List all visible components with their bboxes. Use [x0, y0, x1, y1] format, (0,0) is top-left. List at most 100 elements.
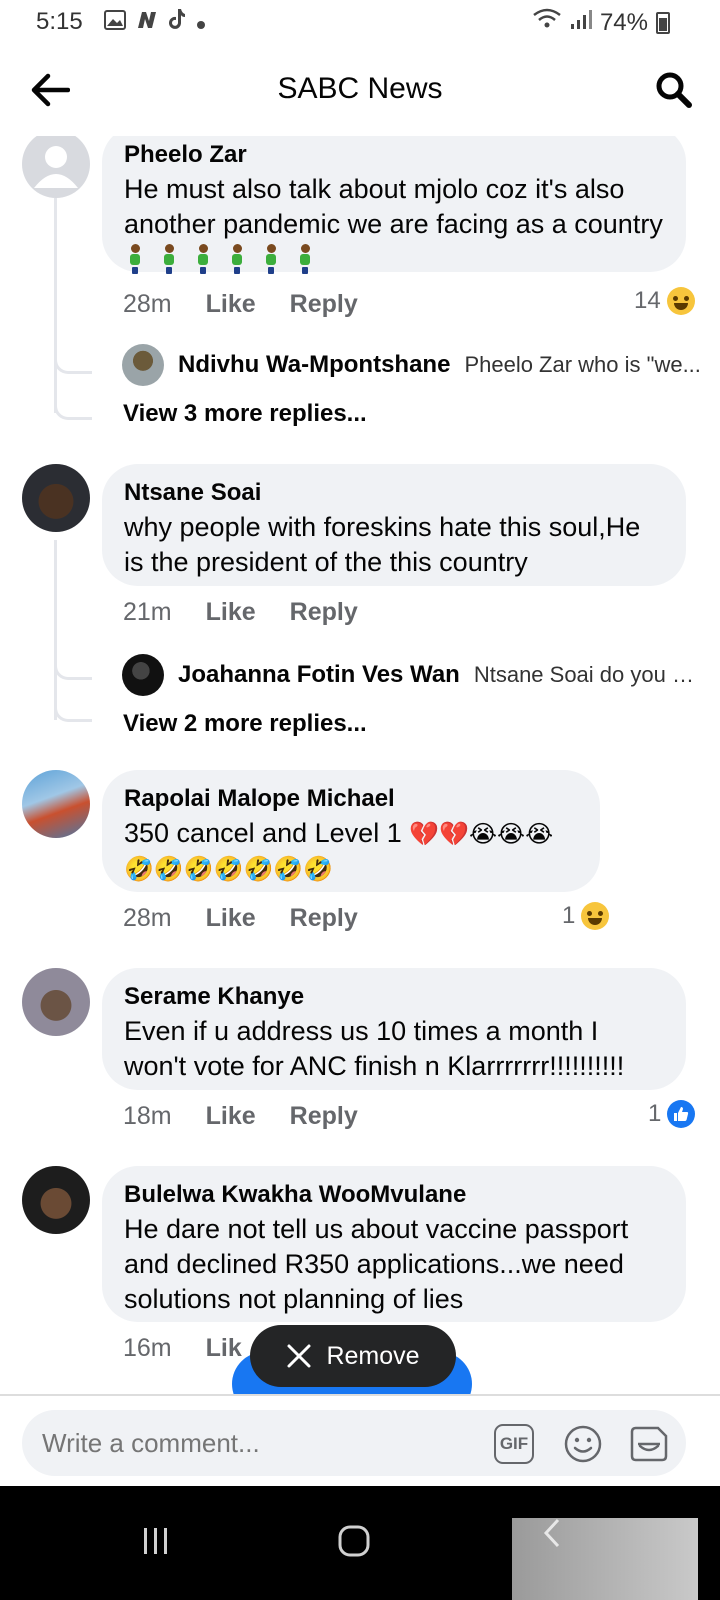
reply-author: Joahanna Fotin Ves Wan	[178, 661, 460, 688]
page-title: SABC News	[277, 72, 443, 105]
home-icon	[338, 1525, 370, 1557]
comment-actions: 16m Lik	[123, 1334, 242, 1363]
reply-preview[interactable]: Joahanna Fotin Ves Wan Ntsane Soai do yo…	[122, 654, 702, 696]
close-icon	[287, 1344, 311, 1368]
reaction-count: 14	[634, 287, 661, 314]
comment-actions: 18m Like Reply	[123, 1102, 358, 1131]
comment-bubble[interactable]: Ntsane Soai why people with foreskins ha…	[102, 464, 686, 586]
reply-button[interactable]: Reply	[290, 1102, 358, 1131]
comment-author[interactable]: Ntsane Soai	[124, 478, 666, 508]
battery-percent: 74%	[599, 8, 648, 36]
reply-button[interactable]: Reply	[290, 904, 358, 933]
comment-composer: GIF	[0, 1394, 720, 1486]
smiley-icon	[564, 1425, 602, 1463]
comment-time: 28m	[123, 290, 172, 318]
comment-time: 18m	[123, 1102, 172, 1130]
comments-feed[interactable]: Pheelo Zar He must also talk about mjolo…	[0, 136, 720, 1424]
thread-branch	[54, 344, 92, 374]
thread-branch	[54, 692, 92, 722]
n-app-icon	[136, 10, 158, 36]
avatar[interactable]	[22, 1166, 90, 1234]
comment-actions: 21m Like Reply	[123, 598, 358, 627]
comment-author[interactable]: Pheelo Zar	[124, 140, 666, 170]
emoji-button[interactable]	[562, 1423, 604, 1465]
comment-author[interactable]: Bulelwa Kwakha WooMvulane	[124, 1180, 666, 1210]
system-nav-bar	[0, 1486, 720, 1600]
like-button[interactable]: Like	[206, 290, 256, 319]
gallery-icon	[104, 9, 126, 37]
reply-snippet: Ntsane Soai do you g...	[473, 662, 702, 687]
composer-box[interactable]: GIF	[22, 1410, 686, 1476]
comment-bubble[interactable]: Rapolai Malope Michael 350 cancel and Le…	[102, 770, 600, 892]
comment-text: Even if u address us 10 times a month I …	[124, 1016, 625, 1081]
search-icon	[656, 72, 692, 108]
thread-branch	[54, 650, 92, 680]
comment-time: 16m	[123, 1334, 172, 1362]
reply-snippet: Pheelo Zar who is "we...	[464, 352, 701, 377]
thread-line	[54, 198, 57, 413]
app-header: SABC News	[0, 44, 720, 136]
tiktok-icon	[168, 8, 186, 37]
wifi-icon	[532, 8, 562, 37]
reply-author: Ndivhu Wa-Mpontshane	[178, 351, 451, 378]
notification-icons	[104, 8, 206, 37]
comment-bubble[interactable]: Pheelo Zar He must also talk about mjolo…	[102, 136, 686, 272]
reply-button[interactable]: Reply	[290, 290, 358, 319]
nav-back-icon	[543, 1518, 560, 1548]
view-more-replies[interactable]: View 3 more replies...	[123, 400, 367, 428]
sticker-button[interactable]	[628, 1423, 670, 1465]
reaction-summary[interactable]: 14	[634, 287, 695, 315]
reply-preview[interactable]: Ndivhu Wa-Mpontshane Pheelo Zar who is "…	[122, 344, 702, 386]
comment-bubble[interactable]: Serame Khanye Even if u address us 10 ti…	[102, 968, 686, 1090]
reaction-summary[interactable]: 1	[648, 1100, 696, 1128]
status-right: 74%	[532, 8, 670, 37]
reaction-count: 1	[562, 902, 576, 929]
remove-label: Remove	[326, 1341, 420, 1370]
avatar[interactable]	[22, 770, 90, 838]
status-time: 5:15	[36, 8, 83, 35]
gif-button[interactable]: GIF	[494, 1424, 534, 1464]
comment-text: 350 cancel and Level 1 💔💔😭😭😭 🤣🤣🤣🤣🤣🤣🤣	[124, 818, 554, 883]
battery-icon	[656, 11, 670, 34]
comment-author[interactable]: Serame Khanye	[124, 982, 666, 1012]
remove-button[interactable]: Remove	[250, 1325, 456, 1387]
comment-input[interactable]	[42, 1428, 472, 1459]
comment-bubble[interactable]: Bulelwa Kwakha WooMvulane He dare not te…	[102, 1166, 686, 1322]
view-more-replies[interactable]: View 2 more replies...	[123, 710, 367, 738]
reaction-count: 1	[648, 1100, 662, 1127]
like-button[interactable]: Like	[206, 904, 256, 933]
like-button[interactable]: Like	[206, 1102, 256, 1131]
like-reaction-icon	[667, 1100, 696, 1128]
sticker-icon	[630, 1426, 668, 1462]
reply-avatar	[122, 344, 164, 386]
comment-time: 28m	[123, 904, 172, 932]
comment-author[interactable]: Rapolai Malope Michael	[124, 784, 580, 814]
like-button[interactable]: Lik	[206, 1334, 242, 1363]
comment-actions: 28m Like Reply	[123, 290, 358, 319]
comment-text: He dare not tell us about vaccine passpo…	[124, 1214, 629, 1314]
reply-button[interactable]: Reply	[290, 598, 358, 627]
emoji-line-2: 🤣🤣🤣🤣🤣🤣🤣	[124, 856, 334, 883]
comment-actions: 28m Like Reply	[123, 904, 358, 933]
reaction-summary[interactable]: 1	[562, 902, 610, 930]
home-button[interactable]	[324, 1516, 384, 1566]
comment-text: why people with foreskins hate this soul…	[124, 512, 641, 577]
avatar[interactable]	[22, 136, 90, 198]
search-button[interactable]	[648, 66, 700, 114]
emoji-line-1: 💔💔😭😭😭	[409, 821, 554, 848]
thread-branch	[54, 390, 92, 420]
comment-text: He must also talk about mjolo coz it's a…	[124, 172, 666, 277]
status-bar: 5:15 74%	[0, 0, 720, 44]
dot-icon	[196, 9, 206, 37]
walking-emojis	[124, 244, 328, 274]
comment-time: 21m	[123, 598, 172, 626]
recent-apps-icon	[144, 1528, 167, 1554]
like-button[interactable]: Like	[206, 598, 256, 627]
reply-avatar	[122, 654, 164, 696]
back-button-area[interactable]	[512, 1518, 698, 1600]
avatar[interactable]	[22, 464, 90, 532]
signal-icon	[570, 8, 592, 37]
recent-apps-button[interactable]	[126, 1516, 186, 1566]
haha-emoji-icon	[581, 902, 610, 930]
avatar[interactable]	[22, 968, 90, 1036]
